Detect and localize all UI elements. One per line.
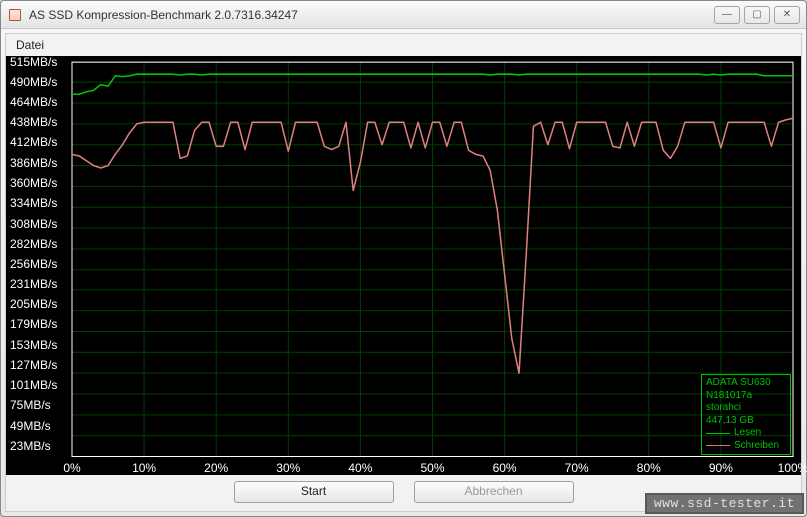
- y-tick-label: 360MB/s: [10, 176, 57, 190]
- y-tick-label: 179MB/s: [10, 317, 57, 331]
- minimize-button[interactable]: —: [714, 6, 740, 24]
- window-title: AS SSD Kompression-Benchmark 2.0.7316.34…: [29, 8, 710, 22]
- x-tick-label: 70%: [565, 461, 589, 475]
- x-tick-label: 50%: [420, 461, 444, 475]
- y-tick-label: 282MB/s: [10, 237, 57, 251]
- y-tick-label: 412MB/s: [10, 135, 57, 149]
- x-tick-label: 90%: [709, 461, 733, 475]
- menu-item-file[interactable]: Datei: [16, 38, 44, 52]
- content-panel: Datei 23MB/s 49MB/s 75MB/s 101MB/s 127MB/s 15…: [5, 33, 802, 512]
- y-tick-label: 256MB/s: [10, 257, 57, 271]
- x-tick-label: 30%: [276, 461, 300, 475]
- titlebar: AS SSD Kompression-Benchmark 2.0.7316.34…: [1, 1, 806, 29]
- y-tick-label: 127MB/s: [10, 358, 57, 372]
- legend-write-swatch: [706, 445, 730, 446]
- y-tick-label: 75MB/s: [10, 398, 51, 412]
- legend-read-swatch: [706, 433, 730, 434]
- x-tick-label: 10%: [132, 461, 156, 475]
- y-tick-label: 438MB/s: [10, 115, 57, 129]
- start-button[interactable]: Start: [234, 481, 394, 503]
- maximize-button[interactable]: ▢: [744, 6, 770, 24]
- x-tick-label: 0%: [63, 461, 80, 475]
- y-tick-label: 386MB/s: [10, 156, 57, 170]
- y-tick-label: 205MB/s: [10, 297, 57, 311]
- close-button[interactable]: ✕: [774, 6, 800, 24]
- app-icon: [7, 7, 23, 23]
- y-axis-labels: 23MB/s 49MB/s 75MB/s 101MB/s 127MB/s 153MB/s 1…: [6, 56, 70, 475]
- y-tick-label: 49MB/s: [10, 419, 51, 433]
- legend-firmware: N181017a: [706, 390, 786, 403]
- y-tick-label: 101MB/s: [10, 378, 57, 392]
- x-tick-label: 100%: [778, 461, 807, 475]
- x-tick-label: 60%: [493, 461, 517, 475]
- y-tick-label: 153MB/s: [10, 338, 57, 352]
- y-tick-label: 308MB/s: [10, 217, 57, 231]
- abort-button[interactable]: Abbrechen: [414, 481, 574, 503]
- x-tick-label: 40%: [348, 461, 372, 475]
- legend-write-label: Schreiben: [734, 440, 779, 453]
- x-tick-label: 80%: [637, 461, 661, 475]
- menubar: Datei: [6, 34, 801, 56]
- chart-area: 23MB/s 49MB/s 75MB/s 101MB/s 127MB/s 153MB/s 1…: [6, 56, 801, 475]
- legend-read-row: Lesen: [706, 427, 786, 440]
- legend-driver: storahci: [706, 402, 786, 415]
- y-tick-label: 515MB/s: [10, 55, 57, 69]
- y-tick-label: 23MB/s: [10, 439, 51, 453]
- watermark: www.ssd-tester.it: [645, 493, 804, 514]
- legend-capacity: 447,13 GB: [706, 415, 786, 428]
- chart-svg: [6, 56, 801, 475]
- app-window: AS SSD Kompression-Benchmark 2.0.7316.34…: [0, 0, 807, 517]
- y-tick-label: 231MB/s: [10, 277, 57, 291]
- legend-read-label: Lesen: [734, 427, 761, 440]
- legend-write-row: Schreiben: [706, 440, 786, 453]
- legend-box: ADATA SU630 N181017a storahci 447,13 GB …: [701, 374, 791, 455]
- y-tick-label: 490MB/s: [10, 75, 57, 89]
- y-tick-label: 464MB/s: [10, 95, 57, 109]
- x-axis-labels: 0%10%20%30%40%50%60%70%80%90%100%: [6, 457, 801, 475]
- legend-device: ADATA SU630: [706, 377, 786, 390]
- x-tick-label: 20%: [204, 461, 228, 475]
- y-tick-label: 334MB/s: [10, 196, 57, 210]
